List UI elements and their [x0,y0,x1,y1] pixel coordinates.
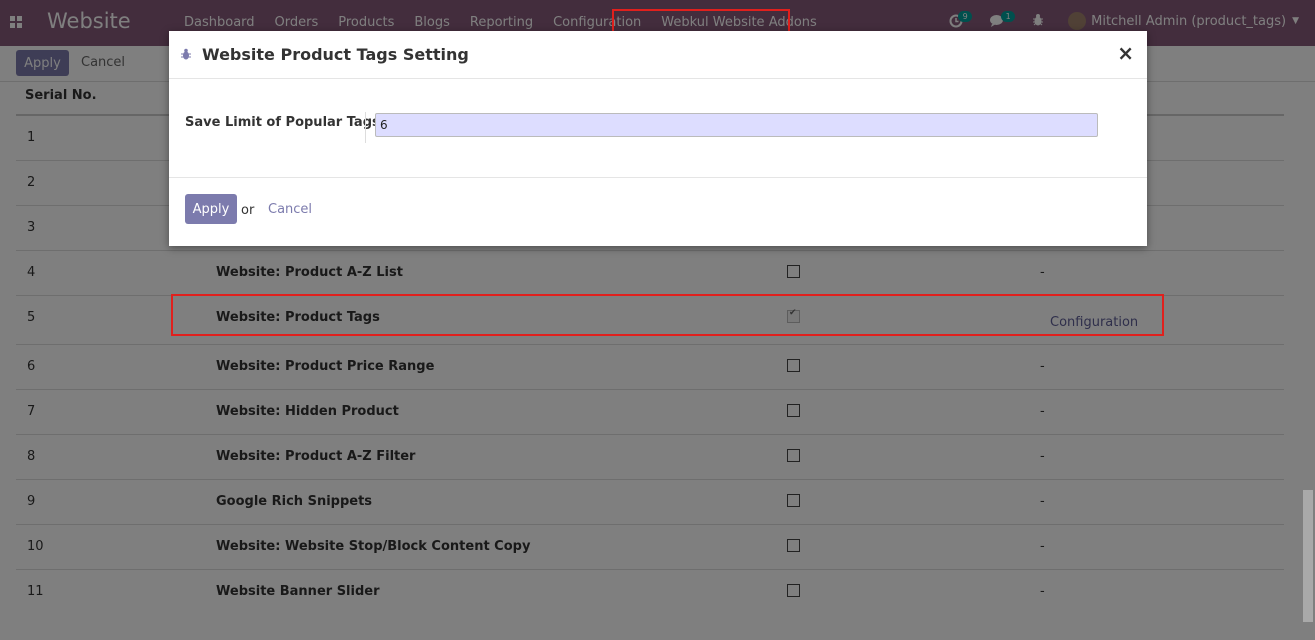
cancel-button[interactable]: Cancel [268,202,312,217]
settings-dialog: Website Product Tags Setting × Save Limi… [169,31,1147,246]
dialog-title: Website Product Tags Setting [202,45,469,64]
dialog-header: Website Product Tags Setting × [169,31,1147,79]
or-text: or [241,203,255,218]
page-scrollbar[interactable] [1303,490,1313,622]
popular-tags-limit-label: Save Limit of Popular Tags [185,115,380,130]
dialog-footer: Apply or Cancel [169,178,1147,246]
popular-tags-limit-input[interactable] [375,113,1098,137]
close-icon[interactable]: × [1117,41,1134,65]
bug-icon [181,48,191,60]
highlight-box-row [171,294,1164,336]
dialog-body: Save Limit of Popular Tags [169,79,1147,178]
apply-button[interactable]: Apply [185,194,237,224]
field-separator [365,112,366,143]
